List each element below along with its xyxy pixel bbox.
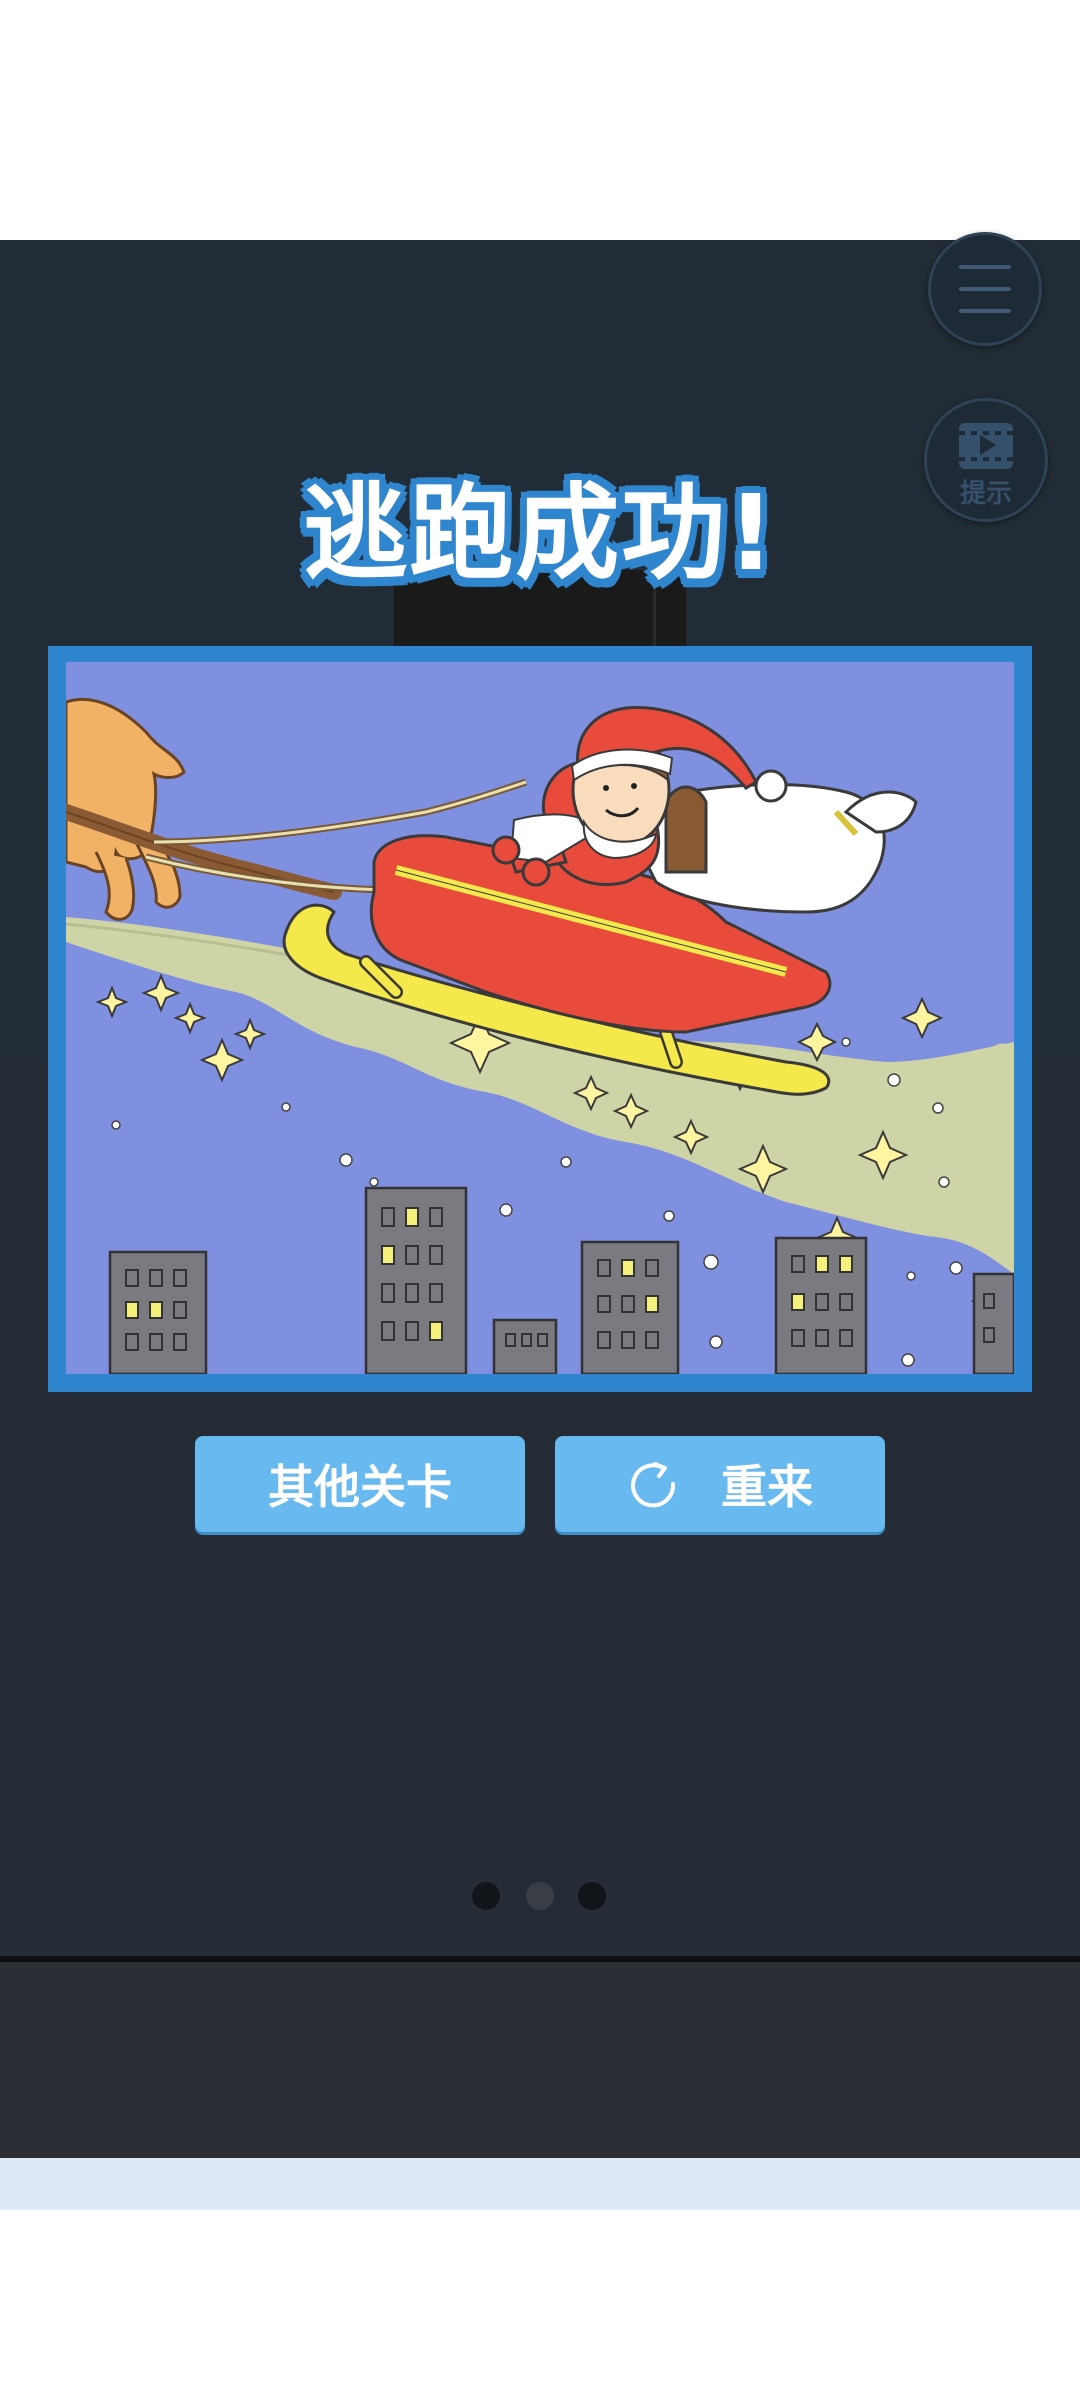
retry-label: 重来 (721, 1460, 813, 1514)
navigation-area (0, 2210, 1080, 2400)
other-levels-button[interactable]: 其他关卡 (195, 1436, 525, 1532)
other-levels-label: 其他关卡 (268, 1460, 452, 1514)
bottom-light-strip (0, 2158, 1080, 2210)
ad-banner-area (0, 1962, 1080, 2158)
hamburger-bar (959, 309, 1011, 313)
retry-button[interactable]: 重来 (555, 1436, 885, 1532)
hamburger-menu-icon (959, 265, 1011, 269)
page-dot[interactable] (578, 1882, 606, 1910)
ending-illustration-frame (48, 646, 1032, 1392)
status-area (0, 0, 1080, 240)
page-indicator (0, 1882, 1080, 1912)
page-dot[interactable] (472, 1882, 500, 1910)
refresh-circular-arrow-icon (631, 1462, 676, 1508)
page-dot-active[interactable] (526, 1882, 554, 1910)
santa-sleigh-illustration (66, 662, 1014, 1374)
hamburger-bar (959, 287, 1011, 291)
success-title: 逃跑成功! (303, 472, 777, 594)
menu-button[interactable] (928, 232, 1042, 346)
